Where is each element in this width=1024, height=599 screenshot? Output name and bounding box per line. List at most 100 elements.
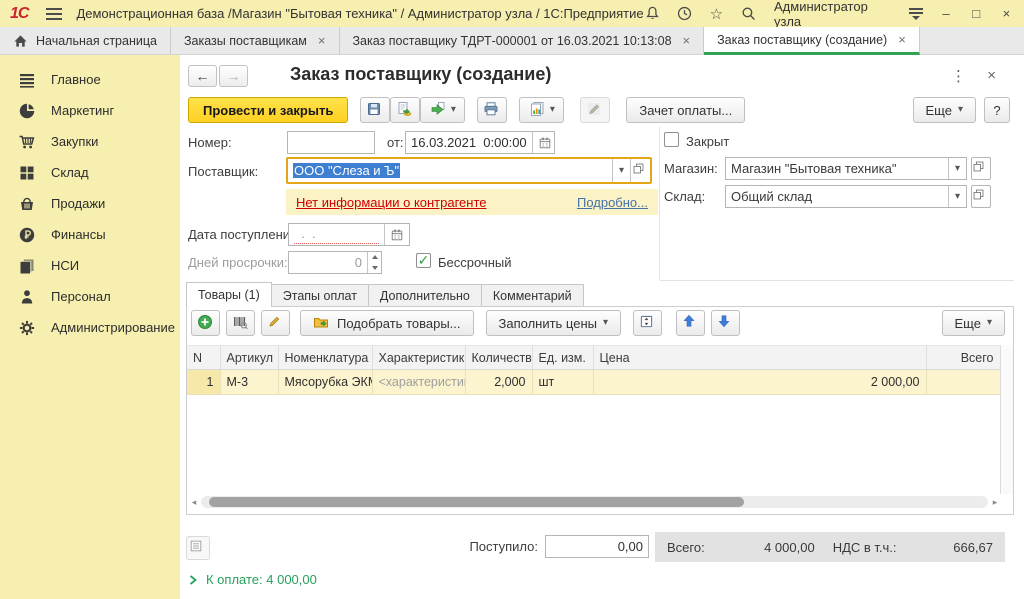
tab-payment-stages[interactable]: Этапы оплат — [272, 284, 369, 307]
arrow-down-icon — [717, 314, 735, 332]
fit-rows-button[interactable] — [633, 310, 662, 336]
col-total[interactable]: Всего — [926, 346, 1000, 370]
cell-price[interactable]: 2 000,00 — [593, 370, 926, 395]
cell-characteristic[interactable]: <характеристики не и... — [372, 370, 465, 395]
items-more-button[interactable]: Еще▾ — [942, 310, 1005, 336]
cell-nomenclature[interactable]: Мясорубка ЭКМ-3 — [278, 370, 372, 395]
fill-prices-button[interactable]: Заполнить цены ▾ — [486, 310, 622, 336]
store-dropdown-button[interactable]: ▾ — [948, 158, 966, 179]
tab-home[interactable]: Начальная страница — [0, 27, 171, 54]
sidebar-item-masterdata[interactable]: НСИ — [0, 250, 180, 281]
warehouse-dropdown-button[interactable]: ▾ — [948, 186, 966, 207]
sidebar-item-main[interactable]: Главное — [0, 64, 180, 95]
scrollbar-thumb[interactable] — [209, 497, 744, 507]
overdue-days-field[interactable]: 0 — [288, 251, 382, 274]
table-row[interactable]: 1 М-3 Мясорубка ЭКМ-3 <характеристики не… — [187, 370, 1000, 395]
minimize-button[interactable]: – — [938, 6, 953, 21]
sidebar-item-sales[interactable]: Продажи — [0, 188, 180, 219]
help-button[interactable]: ? — [984, 97, 1010, 123]
document-date-field[interactable]: 16.03.2021 0:00:00 — [405, 131, 555, 154]
summary-toggle-button[interactable] — [186, 536, 210, 560]
supplier-combo-field[interactable]: ООО "Слеза и Ъ" ▾ — [286, 157, 652, 184]
warehouse-open-button[interactable] — [971, 185, 991, 208]
history-clock-icon[interactable] — [676, 5, 693, 23]
tab-supplier-order-new[interactable]: Заказ поставщику (создание) × — [704, 27, 920, 55]
edit-row-button[interactable] — [261, 310, 290, 336]
tab-comment[interactable]: Комментарий — [482, 284, 584, 307]
close-window-button[interactable]: × — [999, 6, 1014, 21]
panel-settings-icon[interactable] — [909, 8, 923, 20]
kebab-menu-icon[interactable]: ⋮ — [951, 67, 966, 85]
sidebar-item-warehouse[interactable]: Склад — [0, 157, 180, 188]
reports-button[interactable]: ▾ — [519, 97, 564, 123]
print-button[interactable] — [477, 97, 507, 123]
to-pay-expander[interactable]: К оплате: 4 000,00 — [188, 572, 317, 587]
nav-forward-button[interactable]: → — [219, 65, 248, 87]
close-form-icon[interactable]: × — [987, 67, 996, 84]
col-n[interactable]: N — [187, 346, 220, 370]
received-input[interactable]: 0,00 — [545, 535, 649, 558]
maximize-button[interactable]: □ — [969, 6, 984, 21]
cell-unit[interactable]: шт — [532, 370, 593, 395]
close-icon[interactable]: × — [898, 32, 906, 47]
supplier-dropdown-button[interactable]: ▾ — [612, 159, 630, 182]
number-input[interactable] — [287, 131, 375, 154]
receipt-date-field[interactable]: . . — [288, 223, 410, 246]
store-open-button[interactable] — [971, 157, 991, 180]
cell-total[interactable] — [926, 370, 1000, 395]
col-quantity[interactable]: Количество — [465, 346, 532, 370]
scroll-right-icon[interactable]: ▸ — [990, 497, 1000, 508]
horizontal-scrollbar[interactable]: ◂ ▸ — [189, 495, 1000, 509]
closed-checkbox[interactable] — [664, 132, 679, 147]
barcode-scan-button[interactable] — [226, 310, 255, 336]
col-price[interactable]: Цена — [593, 346, 926, 370]
tab-additional[interactable]: Дополнительно — [369, 284, 482, 307]
main-menu-icon[interactable] — [46, 8, 62, 20]
sidebar-item-finance[interactable]: Финансы — [0, 219, 180, 250]
details-link[interactable]: Подробно... — [577, 195, 648, 210]
favorites-star-icon[interactable]: ☆ — [708, 5, 725, 23]
sidebar-item-purchases[interactable]: Закупки — [0, 126, 180, 157]
post-document-button[interactable] — [390, 97, 420, 123]
cell-n[interactable]: 1 — [187, 370, 220, 395]
add-row-button[interactable] — [191, 310, 220, 336]
warehouse-combo-field[interactable]: Общий склад ▾ — [725, 185, 967, 208]
current-user-label[interactable]: Администратор узла — [774, 0, 892, 29]
scroll-left-icon[interactable]: ◂ — [189, 497, 199, 508]
calendar-icon[interactable] — [384, 224, 409, 245]
close-icon[interactable]: × — [683, 33, 691, 48]
col-article[interactable]: Артикул — [220, 346, 278, 370]
tab-supplier-order-posted[interactable]: Заказ поставщику ТДРТ-000001 от 16.03.20… — [340, 27, 705, 54]
perpetual-checkbox[interactable]: ✓ — [416, 253, 431, 268]
more-actions-button[interactable]: Еще▾ — [913, 97, 976, 123]
cell-quantity[interactable]: 2,000 — [465, 370, 532, 395]
sidebar-item-marketing[interactable]: Маркетинг — [0, 95, 180, 126]
save-button[interactable] — [360, 97, 390, 123]
store-combo-field[interactable]: Магазин "Бытовая техника" ▾ — [725, 157, 967, 180]
col-nomenclature[interactable]: Номенклатура — [278, 346, 372, 370]
scrollbar-track[interactable] — [201, 496, 988, 508]
tab-supplier-orders-list[interactable]: Заказы поставщикам × — [171, 27, 340, 54]
create-based-on-button[interactable]: ▾ — [420, 97, 465, 123]
nav-back-button[interactable]: ← — [188, 65, 217, 87]
pick-goods-button[interactable]: Подобрать товары... — [300, 310, 474, 336]
offset-payment-button[interactable]: Зачет оплаты... — [626, 97, 745, 123]
move-row-up-button[interactable] — [676, 310, 705, 336]
search-icon[interactable] — [740, 5, 757, 23]
col-unit[interactable]: Ед. изм. — [532, 346, 593, 370]
edit-button[interactable] — [580, 97, 610, 123]
close-icon[interactable]: × — [318, 33, 326, 48]
supplier-open-button[interactable] — [630, 159, 650, 182]
sidebar-item-personnel[interactable]: Персонал — [0, 281, 180, 312]
warning-link[interactable]: Нет информации о контрагенте — [296, 195, 487, 210]
move-row-down-button[interactable] — [711, 310, 740, 336]
cell-article[interactable]: М-3 — [220, 370, 278, 395]
calendar-icon[interactable] — [532, 132, 557, 153]
post-and-close-button[interactable]: Провести и закрыть — [188, 97, 348, 123]
vertical-scrollbar[interactable] — [1000, 345, 1013, 494]
sidebar-item-administration[interactable]: Администрирование — [0, 312, 180, 343]
tab-goods[interactable]: Товары (1) — [186, 282, 272, 307]
col-characteristic[interactable]: Характеристика — [372, 346, 465, 370]
number-spinner[interactable] — [367, 252, 381, 273]
notifications-bell-icon[interactable] — [644, 5, 661, 23]
